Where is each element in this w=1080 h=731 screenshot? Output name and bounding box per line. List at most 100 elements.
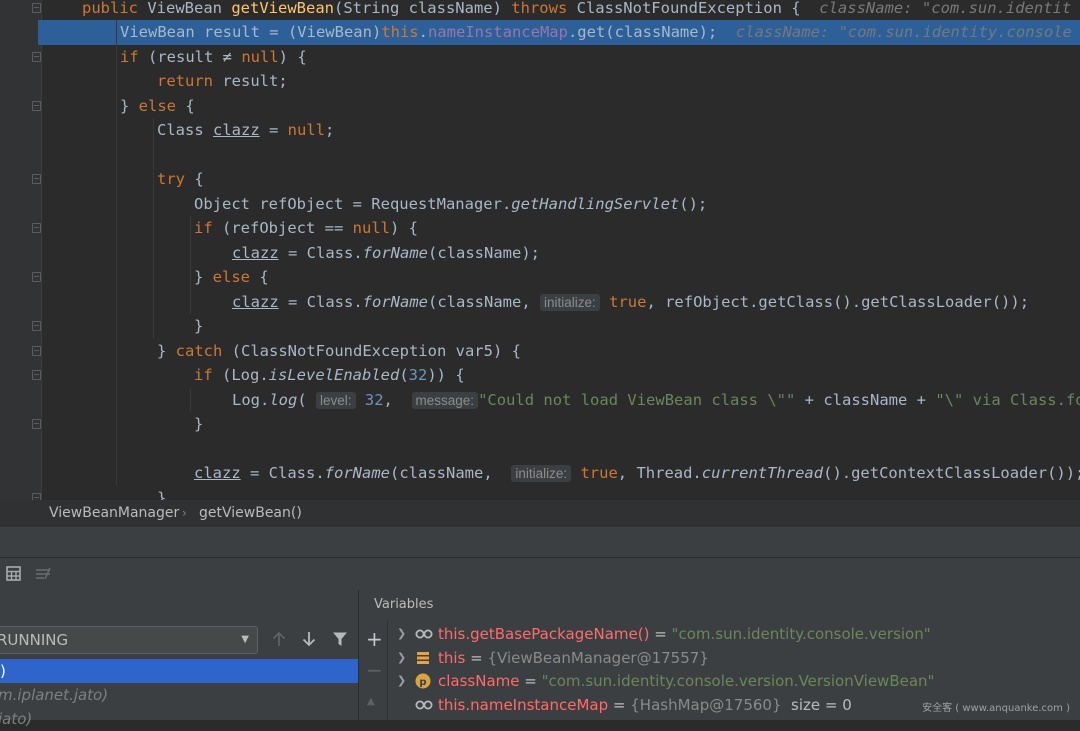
fold-marker-icon[interactable]	[32, 345, 41, 356]
code-token: {	[185, 96, 195, 115]
fold-marker-icon[interactable]	[32, 51, 41, 62]
code-token: )) {	[427, 366, 465, 384]
code-token: throws	[511, 0, 577, 17]
code-token: {	[194, 170, 204, 188]
frame-item[interactable]: m.iplanet.jato)	[0, 683, 358, 707]
variable-name: this	[438, 648, 466, 667]
variable-value: {ViewBeanManager@17557}	[487, 648, 709, 667]
fold-marker-icon[interactable]	[32, 492, 41, 500]
code-token: (	[399, 366, 409, 384]
code-token: isLevelEnabled	[268, 366, 400, 384]
code-line[interactable]: clazz = Class.forName(className, initial…	[0, 290, 1080, 315]
code-line[interactable]: }	[0, 412, 1080, 437]
code-token: catch	[175, 341, 232, 360]
code-token: }	[194, 268, 213, 286]
code-editor[interactable]: public ViewBean getViewBean(String class…	[0, 0, 1080, 500]
variable-value: {HashMap@17560}	[630, 695, 782, 714]
code-token: .get(className);	[567, 23, 718, 41]
thread-select[interactable]: RUNNING ▼	[0, 626, 258, 654]
code-token: ;	[325, 121, 335, 139]
thread-select-value: RUNNING	[0, 631, 69, 649]
indent-guide	[116, 20, 117, 486]
variables-panel: Variables + − ▲ ❯ this.getBasePackageName…	[359, 590, 1080, 720]
indent-guide	[190, 387, 191, 412]
code-token: clazz	[232, 292, 279, 311]
code-line[interactable]: Log.log( level: 32, message: "Could not l…	[0, 388, 1080, 413]
chevron-right-icon[interactable]: ❯	[397, 623, 406, 645]
code-line[interactable]: if (result ≠ null) {	[0, 45, 1080, 70]
fold-marker-icon[interactable]	[32, 419, 41, 429]
add-watch-icon[interactable]: +	[366, 629, 383, 649]
code-token: true	[609, 292, 647, 311]
code-token: (ClassNotFoundException var5) {	[231, 341, 521, 360]
code-line[interactable]: } catch (ClassNotFoundException var5) {	[0, 339, 1080, 364]
code-token: (className,	[428, 292, 540, 311]
breadcrumb-method[interactable]: getViewBean()	[199, 500, 302, 526]
code-line[interactable]: return result;	[0, 69, 1080, 94]
frame-item[interactable]: jato)	[0, 707, 358, 731]
variable-value: "com.sun.identity.console.version.Versio…	[541, 672, 935, 690]
indent-guide	[153, 118, 154, 339]
breadcrumb-class[interactable]: ViewBeanManager	[49, 500, 179, 526]
fold-marker-icon[interactable]	[32, 370, 41, 380]
code-token: (Log.	[222, 366, 269, 384]
parameter-hint: initialize:	[539, 293, 600, 311]
code-line[interactable]: try {	[0, 167, 1080, 192]
code-line[interactable]: clazz = Class.forName(className, initial…	[0, 461, 1080, 486]
chevron-right-icon[interactable]: ❯	[397, 647, 406, 669]
fold-marker-icon[interactable]	[32, 223, 41, 233]
code-line[interactable]: }	[0, 314, 1080, 339]
code-line[interactable]: } else {	[0, 265, 1080, 290]
code-line-current[interactable]: ViewBean result = (ViewBean)this.nameIns…	[0, 20, 1080, 45]
variable-extra: size = 0	[781, 695, 852, 714]
code-line[interactable]: if (refObject == null) {	[0, 216, 1080, 241]
code-token: try	[157, 170, 195, 188]
variable-eq: =	[465, 648, 488, 667]
chevron-right-icon[interactable]: ❯	[397, 670, 406, 692]
code-line[interactable]: if (Log.isLevelEnabled(32)) {	[0, 363, 1080, 388]
variable-eq: =	[519, 672, 542, 690]
fold-marker-icon[interactable]	[32, 2, 41, 13]
breadcrumb: ViewBeanManager › getViewBean()	[0, 500, 1080, 526]
remove-watch-icon[interactable]: −	[366, 660, 383, 680]
code-token: null	[241, 47, 279, 66]
watch-icon	[415, 626, 433, 642]
move-up-icon[interactable]: ▲	[367, 694, 375, 710]
fold-marker-icon[interactable]	[32, 272, 41, 282]
code-line[interactable]: Object refObject = RequestManager.getHan…	[0, 192, 1080, 217]
code-token: getViewBean	[231, 0, 334, 17]
fold-marker-icon[interactable]	[32, 100, 41, 111]
code-line[interactable]: }	[0, 486, 1080, 501]
debug-tool-window-header	[0, 526, 1080, 558]
code-token: true	[580, 464, 618, 482]
code-token: {	[259, 268, 269, 286]
variables-title: Variables	[374, 597, 434, 612]
fold-marker-icon[interactable]	[32, 321, 41, 331]
frame-item-selected[interactable]: )	[0, 659, 358, 683]
code-line[interactable]: public ViewBean getViewBean(String class…	[0, 0, 1080, 20]
filter-icon[interactable]	[332, 631, 348, 650]
code-token: (String className)	[333, 0, 512, 17]
code-token: currentThread	[701, 464, 824, 482]
variables-side-toolbar: + − ▲	[359, 620, 388, 720]
code-token: }	[194, 415, 204, 433]
code-token: ViewBean	[147, 0, 232, 17]
evaluate-icon[interactable]	[35, 566, 51, 584]
code-line[interactable]	[0, 437, 1080, 462]
code-token: nameInstanceMap	[427, 23, 568, 41]
code-token: forName	[362, 243, 428, 262]
code-token: Class	[157, 121, 213, 139]
arrow-down-icon[interactable]	[302, 631, 316, 650]
code-token: , Thread.	[617, 464, 702, 482]
code-line[interactable]	[0, 143, 1080, 168]
code-token: null	[287, 121, 325, 139]
fold-marker-icon[interactable]	[32, 174, 41, 184]
arrow-up-icon[interactable]	[272, 631, 286, 650]
code-line[interactable]: } else {	[0, 94, 1080, 119]
code-token: "\" via Class.fo	[935, 390, 1080, 409]
code-line[interactable]: Class clazz = null;	[0, 118, 1080, 143]
code-line[interactable]: clazz = Class.forName(className);	[0, 241, 1080, 266]
table-icon[interactable]	[6, 566, 21, 584]
